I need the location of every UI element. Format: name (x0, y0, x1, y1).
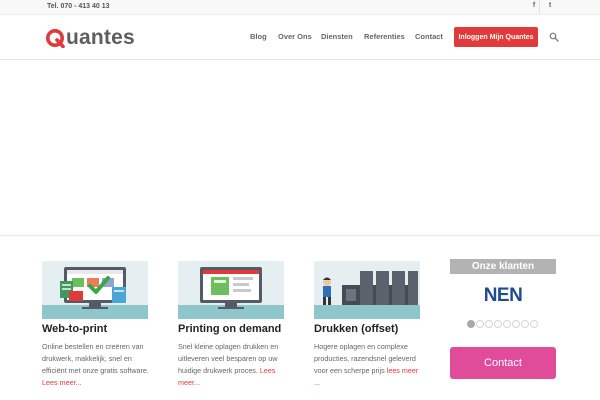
slider-dot[interactable] (476, 320, 484, 328)
slider-dot[interactable] (530, 320, 538, 328)
twitter-icon[interactable]: t (543, 2, 557, 13)
clients-heading: Onze klanten (450, 259, 556, 274)
nav-blog[interactable]: Blog (250, 32, 267, 41)
logo-text: uantes (66, 26, 135, 49)
slider-dot[interactable] (485, 320, 493, 328)
search-icon[interactable] (549, 32, 559, 42)
slider-dot[interactable] (512, 320, 520, 328)
slider-dot[interactable] (521, 320, 529, 328)
phone-number: Tel. 070 - 413 40 13 (47, 3, 110, 10)
top-bar: Tel. 070 - 413 40 13 f t (0, 0, 600, 15)
slider-dot[interactable] (503, 320, 511, 328)
logo-q-icon (46, 29, 65, 48)
card-desc-web-to-print: Online bestellen en creëren van drukwerk… (42, 341, 150, 389)
slider-dot[interactable] (467, 320, 475, 328)
web-to-print-illustration (42, 261, 148, 319)
nav-diensten[interactable]: Diensten (321, 32, 353, 41)
slider-dots (467, 320, 538, 328)
card-desc-printing-on-demand: Snel kleine oplagen drukken en uitlevere… (178, 341, 286, 389)
slider-dot[interactable] (494, 320, 502, 328)
nav-over-ons[interactable]: Over Ons (278, 32, 312, 41)
login-button[interactable]: Inloggen Mijn Quantes (454, 27, 538, 47)
contact-button[interactable]: Contact (450, 347, 556, 379)
card-desc-text: Online bestellen en creëren van drukwerk… (42, 342, 149, 375)
card-title-web-to-print[interactable]: Web-to-print (42, 323, 107, 335)
read-more-link[interactable]: Lees meer... (42, 378, 82, 387)
card-title-drukken-offset[interactable]: Drukken (offset) (314, 323, 398, 335)
site-header: uantes Blog Over Ons Diensten Referentie… (0, 15, 600, 60)
nen-logo: NEN (483, 285, 523, 306)
social-divider (539, 0, 540, 15)
nav-contact[interactable]: Contact (415, 32, 443, 41)
printing-on-demand-illustration (178, 261, 284, 319)
card-title-printing-on-demand[interactable]: Printing on demand (178, 323, 281, 335)
hero-slider (0, 61, 600, 236)
offset-printing-illustration (314, 261, 420, 319)
client-logo-slider[interactable]: NEN (450, 274, 556, 318)
card-desc-drukken-offset: Hogere oplagen en complexe producties, r… (314, 341, 422, 389)
nav-referenties[interactable]: Referenties (364, 32, 405, 41)
quantes-logo[interactable]: uantes (45, 25, 135, 51)
